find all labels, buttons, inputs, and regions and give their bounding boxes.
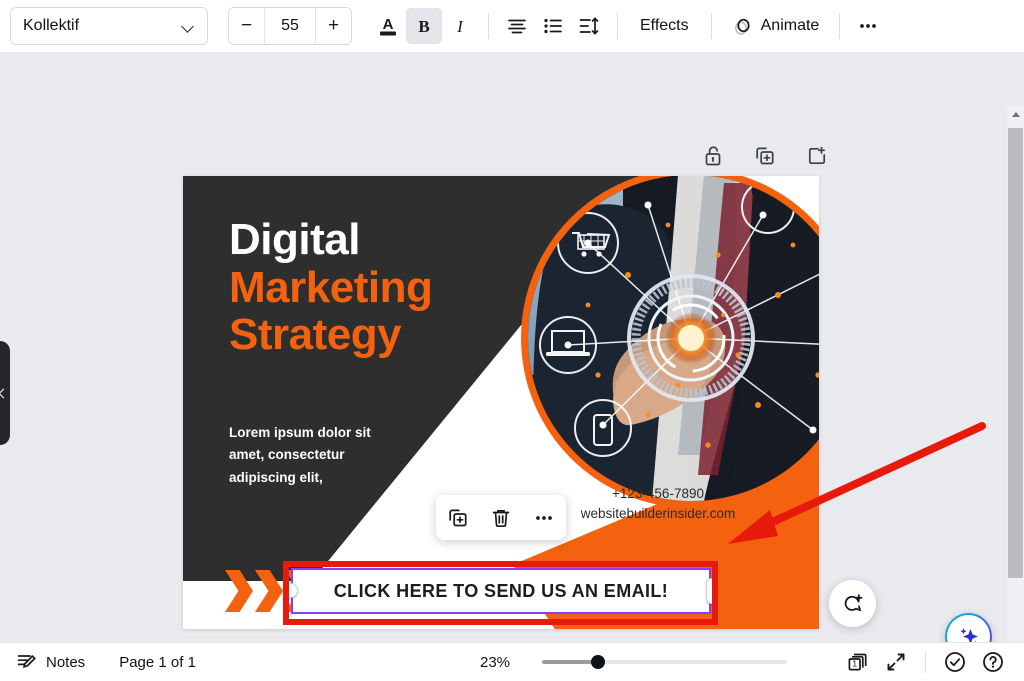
contact-info[interactable]: +123-456-7890 websitebuilderinsider.com (533, 484, 783, 525)
check-circle-icon (943, 650, 967, 674)
line-spacing-button[interactable] (571, 8, 607, 44)
slider-fill (542, 660, 598, 664)
zoom-controls: 23% (480, 654, 787, 671)
delete-element-button[interactable] (484, 501, 518, 535)
cta-selection-box[interactable]: CLICK HERE TO SEND US AN EMAIL! (291, 568, 711, 614)
trash-icon (490, 507, 512, 529)
help-circle-icon (981, 650, 1005, 674)
svg-text:I: I (456, 17, 464, 36)
magic-ai-button[interactable] (945, 613, 992, 642)
phone-number: +123-456-7890 (533, 484, 783, 504)
bottom-divider (925, 651, 926, 673)
toolbar-divider (488, 13, 489, 39)
bullet-list-icon (542, 15, 564, 37)
svg-text:A: A (383, 16, 394, 33)
body-text[interactable]: Lorem ipsum dolor sit amet, consectetur … (229, 422, 404, 489)
headline-line-1: Digital (229, 216, 432, 264)
toolbar-divider (617, 13, 618, 39)
zoom-percentage[interactable]: 23% (480, 654, 520, 671)
toolbar-divider (839, 13, 840, 39)
text-color-icon: A (377, 14, 399, 38)
help-button[interactable] (976, 645, 1010, 679)
bullet-list-button[interactable] (535, 8, 571, 44)
headline-line-3: Strategy (229, 311, 432, 359)
duplicate-page-icon (754, 145, 776, 167)
duplicate-element-button[interactable] (441, 501, 475, 535)
more-options-button[interactable] (850, 8, 886, 44)
cta-label: CLICK HERE TO SEND US AN EMAIL! (334, 581, 668, 602)
collapse-panel-chevron-icon (0, 388, 8, 398)
resize-handle-right[interactable] (706, 578, 717, 604)
page-count-text: 1 (852, 659, 857, 669)
font-family-select[interactable]: Kollektif (10, 7, 208, 45)
bold-button[interactable]: B (406, 8, 442, 44)
animate-label: Animate (761, 17, 820, 35)
ellipsis-icon (533, 507, 555, 529)
page-indicator[interactable]: Page 1 of 1 (119, 654, 196, 671)
font-size-stepper[interactable]: − 55 + (228, 7, 352, 45)
add-page-icon (806, 145, 828, 167)
page-grid-icon: 1 (846, 650, 870, 674)
italic-button[interactable]: I (442, 8, 478, 44)
line-spacing-icon (578, 15, 600, 37)
status-bar: Notes Page 1 of 1 23% 1 (0, 642, 1024, 681)
font-size-decrease-button[interactable]: − (229, 8, 264, 44)
duplicate-icon (447, 507, 469, 529)
chevron-arrow-icon (255, 570, 283, 612)
text-format-toolbar: Kollektif − 55 + A B I (0, 0, 1024, 53)
design-canvas[interactable]: Digital Marketing Strategy Lorem ipsum d… (183, 176, 819, 629)
page-actions (698, 141, 832, 171)
technology-network-photo (528, 176, 819, 501)
canva-editor-window: Kollektif − 55 + A B I (0, 0, 1024, 681)
text-align-icon (506, 15, 528, 37)
approve-button[interactable] (938, 645, 972, 679)
bold-icon: B (414, 16, 434, 36)
magic-sparkle-icon (956, 624, 982, 643)
zoom-slider[interactable] (542, 655, 787, 669)
notes-button[interactable]: Notes (16, 651, 85, 673)
resize-handle-left[interactable] (283, 583, 298, 598)
font-size-input[interactable]: 55 (264, 8, 316, 44)
animate-button[interactable]: Animate (722, 9, 830, 43)
unlock-button[interactable] (698, 141, 728, 171)
left-panel-toggle[interactable] (0, 341, 10, 445)
italic-icon: I (450, 16, 470, 36)
cta-text-element[interactable]: CLICK HERE TO SEND US AN EMAIL! (291, 568, 711, 614)
headline-group[interactable]: Digital Marketing Strategy (229, 216, 432, 359)
fullscreen-button[interactable] (879, 645, 913, 679)
animate-shape-icon (732, 15, 754, 37)
font-family-value: Kollektif (23, 17, 79, 35)
notes-pencil-icon (16, 651, 38, 673)
add-comment-button[interactable] (829, 580, 876, 627)
scrollbar-thumb[interactable] (1008, 128, 1023, 578)
add-comment-icon (841, 592, 865, 616)
duplicate-page-button[interactable] (750, 141, 780, 171)
add-page-button[interactable] (802, 141, 832, 171)
scroll-up-arrow-icon (1012, 112, 1020, 117)
element-context-toolbar (436, 495, 566, 540)
page-grid-button[interactable]: 1 (841, 645, 875, 679)
toolbar-divider (711, 13, 712, 39)
text-color-button[interactable]: A (370, 8, 406, 44)
unlock-icon (703, 145, 724, 167)
element-more-button[interactable] (527, 501, 561, 535)
chevron-arrow-icon (225, 570, 253, 612)
chevron-down-icon (182, 22, 195, 30)
hero-photo (528, 176, 819, 501)
website-url: websitebuilderinsider.com (533, 504, 783, 524)
vertical-scrollbar[interactable] (1007, 106, 1024, 642)
font-size-increase-button[interactable]: + (316, 8, 351, 44)
effects-button[interactable]: Effects (628, 9, 701, 43)
svg-text:B: B (418, 17, 429, 36)
text-align-button[interactable] (499, 8, 535, 44)
fullscreen-icon (885, 651, 907, 673)
editor-workspace: Digital Marketing Strategy Lorem ipsum d… (0, 53, 1024, 642)
scroll-up-button[interactable] (1007, 106, 1024, 123)
headline-line-2: Marketing (229, 264, 432, 312)
notes-label: Notes (46, 654, 85, 671)
ellipsis-icon (857, 15, 879, 37)
slider-knob[interactable] (591, 655, 605, 669)
bottom-right-controls: 1 (841, 645, 1010, 679)
